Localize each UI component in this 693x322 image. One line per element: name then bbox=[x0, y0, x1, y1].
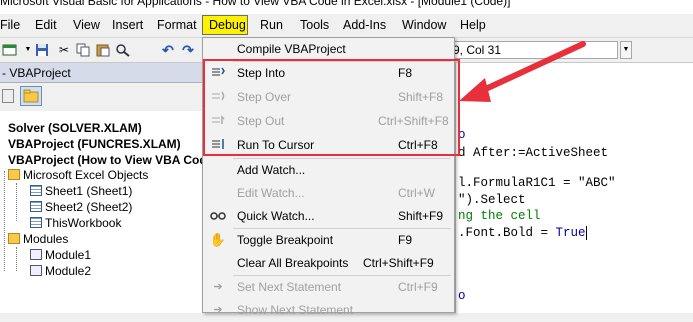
menu-edit[interactable]: Edit bbox=[35, 18, 57, 32]
menu-window[interactable]: Window bbox=[402, 18, 446, 32]
undo-icon[interactable]: ↶ bbox=[160, 43, 176, 57]
title-bar: Microsoft Visual Basic for Applications … bbox=[0, 0, 693, 14]
code-line: ").Select bbox=[458, 193, 526, 207]
tree-node-module1[interactable]: Module1 bbox=[30, 248, 91, 262]
code-line: l.FormulaR1C1 = "ABC" bbox=[458, 176, 616, 190]
menu-item-clear-breakpoints[interactable]: Clear All Breakpoints Ctrl+Shift+F9 bbox=[203, 252, 454, 275]
save-icon[interactable] bbox=[34, 43, 50, 57]
menu-help[interactable]: Help bbox=[460, 18, 486, 32]
find-icon[interactable] bbox=[115, 43, 131, 57]
workbook-icon bbox=[30, 217, 42, 228]
menu-format[interactable]: Format bbox=[157, 18, 197, 32]
view-code-icon[interactable] bbox=[2, 89, 14, 103]
sheet-icon bbox=[30, 185, 42, 196]
tree-node-sheet2[interactable]: Sheet2 (Sheet2) bbox=[30, 200, 132, 214]
project-explorer-title: - VBAProject bbox=[2, 66, 71, 80]
highlight-box bbox=[203, 59, 460, 156]
sheet-icon bbox=[30, 201, 42, 212]
tree-node-funcres[interactable]: VBAProject (FUNCRES.XLAM) bbox=[8, 137, 181, 151]
menu-item-quick-watch[interactable]: Quick Watch... Shift+F9 bbox=[203, 205, 454, 228]
tree-node-sheet1[interactable]: Sheet1 (Sheet1) bbox=[30, 184, 132, 198]
menu-file[interactable]: File bbox=[0, 18, 20, 32]
code-line: d After:=ActiveSheet bbox=[458, 146, 609, 160]
hand-icon: ✋ bbox=[209, 232, 227, 247]
menu-debug[interactable]: Debug bbox=[202, 15, 248, 35]
menu-insert[interactable]: Insert bbox=[112, 18, 143, 32]
toggle-folders-button[interactable] bbox=[20, 86, 42, 106]
arrow-right-icon: ➔ bbox=[213, 281, 223, 293]
cut-icon[interactable]: ✂ bbox=[56, 43, 72, 57]
code-line: o bbox=[458, 289, 466, 303]
module-icon bbox=[30, 265, 42, 276]
excel-view-icon[interactable] bbox=[2, 43, 18, 57]
code-line: .Font.Bold = True bbox=[458, 226, 587, 240]
menu-bar: File Edit View Insert Format Debug Run T… bbox=[0, 14, 693, 37]
copy-icon[interactable] bbox=[75, 43, 91, 57]
folder-icon bbox=[23, 89, 39, 103]
redo-icon[interactable]: ↷ bbox=[180, 43, 196, 57]
tree-node-module2[interactable]: Module2 bbox=[30, 264, 91, 278]
arrow-right-icon: ➔ bbox=[213, 304, 223, 316]
menu-item-compile[interactable]: Compile VBAProject bbox=[203, 38, 454, 61]
menu-item-set-next-statement[interactable]: ➔ Set Next Statement Ctrl+F9 bbox=[203, 276, 454, 299]
folder-icon bbox=[8, 169, 20, 180]
project-explorer-toolbar bbox=[0, 83, 203, 111]
tree-node-excel-objects[interactable]: Microsoft Excel Objects bbox=[8, 168, 148, 182]
module-icon bbox=[30, 249, 42, 260]
tree-node-vbaproject[interactable]: VBAProject (How to View VBA Code bbox=[8, 153, 202, 167]
tree-node-modules[interactable]: Modules bbox=[8, 232, 68, 246]
folder-icon bbox=[8, 233, 20, 244]
tree-node-thisworkbook[interactable]: ThisWorkbook bbox=[30, 216, 121, 230]
toolbar-overflow-button[interactable]: ▼ bbox=[620, 41, 632, 59]
paste-icon[interactable] bbox=[95, 43, 111, 57]
quick-watch-icon bbox=[209, 209, 227, 223]
menu-tools[interactable]: Tools bbox=[300, 18, 329, 32]
menu-view[interactable]: View bbox=[73, 18, 100, 32]
project-explorer-header: - VBAProject bbox=[0, 63, 203, 83]
code-comment: ng the cell bbox=[458, 209, 541, 223]
menu-run[interactable]: Run bbox=[260, 18, 283, 32]
menu-add-ins[interactable]: Add-Ins bbox=[343, 18, 386, 32]
menu-item-toggle-breakpoint[interactable]: ✋ Toggle Breakpoint F9 bbox=[203, 229, 454, 252]
menu-item-show-next-statement[interactable]: ➔ Show Next Statement bbox=[203, 299, 454, 322]
menu-item-edit-watch[interactable]: Edit Watch... Ctrl+W bbox=[203, 182, 454, 205]
window-title: Microsoft Visual Basic for Applications … bbox=[0, 0, 511, 8]
tree-node-solver[interactable]: Solver (SOLVER.XLAM) bbox=[8, 121, 142, 135]
menu-item-add-watch[interactable]: Add Watch... bbox=[203, 159, 454, 182]
annotation-arrow bbox=[459, 41, 586, 102]
project-tree: Solver (SOLVER.XLAM) VBAProject (FUNCRES… bbox=[0, 111, 203, 313]
